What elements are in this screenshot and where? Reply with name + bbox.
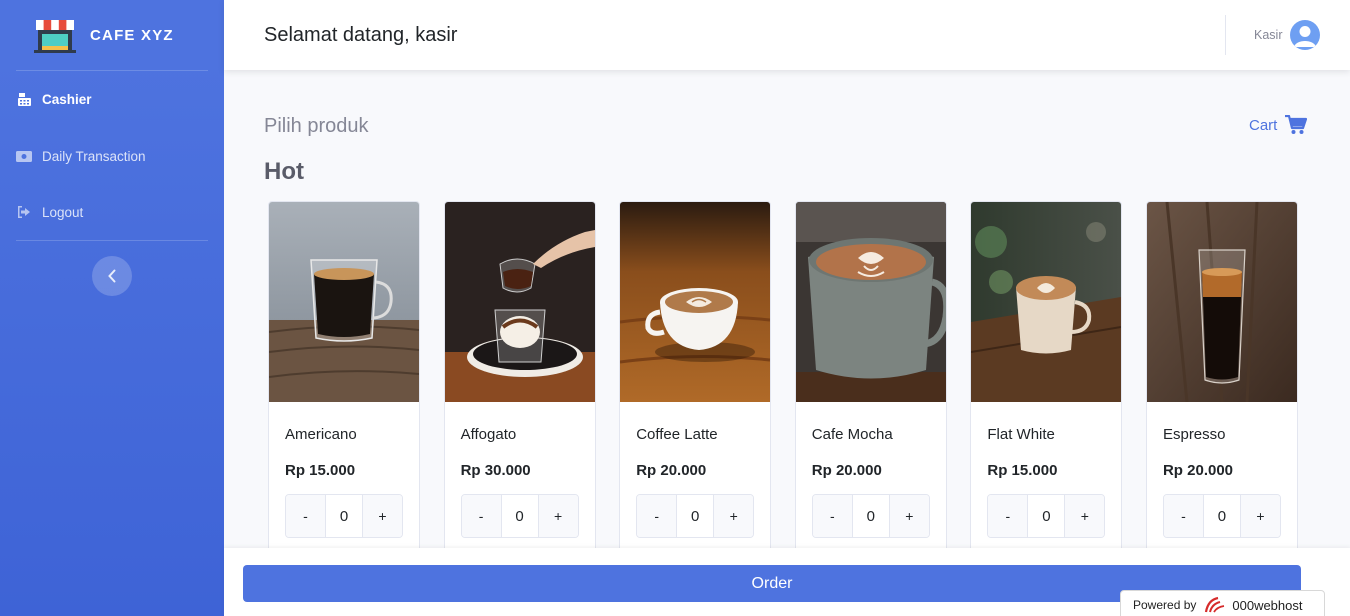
sidebar-divider <box>16 240 208 241</box>
sidebar-item-label: Cashier <box>42 91 92 107</box>
increment-button[interactable]: + <box>1065 495 1105 537</box>
powered-by-label: Powered by <box>1133 598 1197 612</box>
quantity-value[interactable]: 0 <box>1202 495 1241 537</box>
product-image <box>444 202 595 402</box>
decrement-button[interactable]: - <box>988 495 1028 537</box>
increment-button[interactable]: + <box>538 495 578 537</box>
quantity-value[interactable]: 0 <box>1027 495 1066 537</box>
section-title: Pilih produk <box>264 115 369 137</box>
quantity-value[interactable]: 0 <box>500 495 539 537</box>
brand[interactable]: CAFE XYZ <box>0 0 224 70</box>
increment-button[interactable]: + <box>363 495 402 537</box>
quantity-value[interactable]: 0 <box>851 495 890 537</box>
increment-button[interactable]: + <box>1240 495 1280 537</box>
product-card[interactable]: Affogato Rp 30.000 - 0 + <box>443 201 596 561</box>
product-image <box>269 202 419 402</box>
page-title: Selamat datang, kasir <box>264 23 458 46</box>
product-list: Americano Rp 15.000 - 0 + Affogato Rp 30… <box>268 201 1298 561</box>
quantity-value[interactable]: 0 <box>325 495 363 537</box>
quantity-stepper: - 0 + <box>460 494 579 538</box>
topbar-divider <box>1225 15 1226 55</box>
sidebar-item-label: Daily Transaction <box>42 148 146 164</box>
product-price: Rp 20.000 <box>811 462 882 479</box>
product-price: Rp 20.000 <box>1162 462 1234 479</box>
sidebar-item-daily-transaction[interactable]: Daily Transaction <box>0 128 224 184</box>
sidebar-toggle-button[interactable] <box>92 256 132 296</box>
sidebar-item-cashier[interactable]: Cashier <box>0 71 224 127</box>
sidebar-item-logout[interactable]: Logout <box>0 184 224 240</box>
quantity-stepper: - 0 + <box>987 494 1106 538</box>
cash-register-icon <box>16 92 32 106</box>
product-card[interactable]: Flat White Rp 15.000 - 0 + <box>970 201 1123 561</box>
brand-name: CAFE XYZ <box>90 26 174 44</box>
sidebar-item-label: Logout <box>42 204 84 220</box>
decrement-button[interactable]: - <box>1163 495 1203 537</box>
product-price: Rp 15.000 <box>987 462 1058 479</box>
quantity-stepper: - 0 + <box>811 494 930 538</box>
decrement-button[interactable]: - <box>637 495 677 537</box>
money-bill-icon <box>16 149 32 163</box>
product-name: Flat White <box>987 426 1055 443</box>
webhost-name: 000webhost <box>1232 597 1303 613</box>
decrement-button[interactable]: - <box>461 495 501 537</box>
decrement-button[interactable]: - <box>812 495 852 537</box>
category-title: Hot <box>264 158 304 185</box>
cart-button[interactable]: Cart <box>1249 115 1308 135</box>
user-circle-icon[interactable] <box>1290 20 1320 50</box>
quantity-stepper: - 0 + <box>636 494 755 538</box>
product-price: Rp 15.000 <box>285 462 356 479</box>
chevron-left-icon <box>108 269 116 283</box>
product-image <box>971 202 1122 402</box>
increment-button[interactable]: + <box>714 495 754 537</box>
powered-by-badge[interactable]: Powered by 000webhost <box>1120 590 1325 616</box>
cart-label: Cart <box>1249 116 1278 134</box>
shopping-cart-icon <box>1285 115 1308 134</box>
product-name: Affogato <box>460 426 517 443</box>
user-name[interactable]: Kasir <box>1254 28 1282 42</box>
product-name: Espresso <box>1162 426 1226 443</box>
product-name: Cafe Mocha <box>811 426 893 443</box>
product-card[interactable]: Espresso Rp 20.000 - 0 + <box>1145 201 1298 561</box>
product-price: Rp 20.000 <box>636 462 707 479</box>
decrement-button[interactable]: - <box>286 495 325 537</box>
product-card[interactable]: Coffee Latte Rp 20.000 - 0 + <box>619 201 772 561</box>
webhost-logo-icon <box>1205 596 1225 613</box>
product-card[interactable]: Cafe Mocha Rp 20.000 - 0 + <box>794 201 947 561</box>
product-card[interactable]: Americano Rp 15.000 - 0 + <box>268 201 420 561</box>
sidebar: CAFE XYZ Cashier Daily Transaction Logou… <box>0 0 224 616</box>
product-image <box>795 202 946 402</box>
quantity-stepper: - 0 + <box>1162 494 1281 538</box>
quantity-stepper: - 0 + <box>285 494 403 538</box>
quantity-value[interactable]: 0 <box>676 495 715 537</box>
product-price: Rp 30.000 <box>460 462 531 479</box>
product-image <box>1146 202 1297 402</box>
product-name: Coffee Latte <box>636 426 718 443</box>
sign-out-icon <box>16 205 32 219</box>
product-name: Americano <box>285 426 357 443</box>
product-image <box>620 202 771 402</box>
topbar: Selamat datang, kasir Kasir <box>224 0 1350 70</box>
increment-button[interactable]: + <box>889 495 929 537</box>
store-icon <box>34 20 76 53</box>
